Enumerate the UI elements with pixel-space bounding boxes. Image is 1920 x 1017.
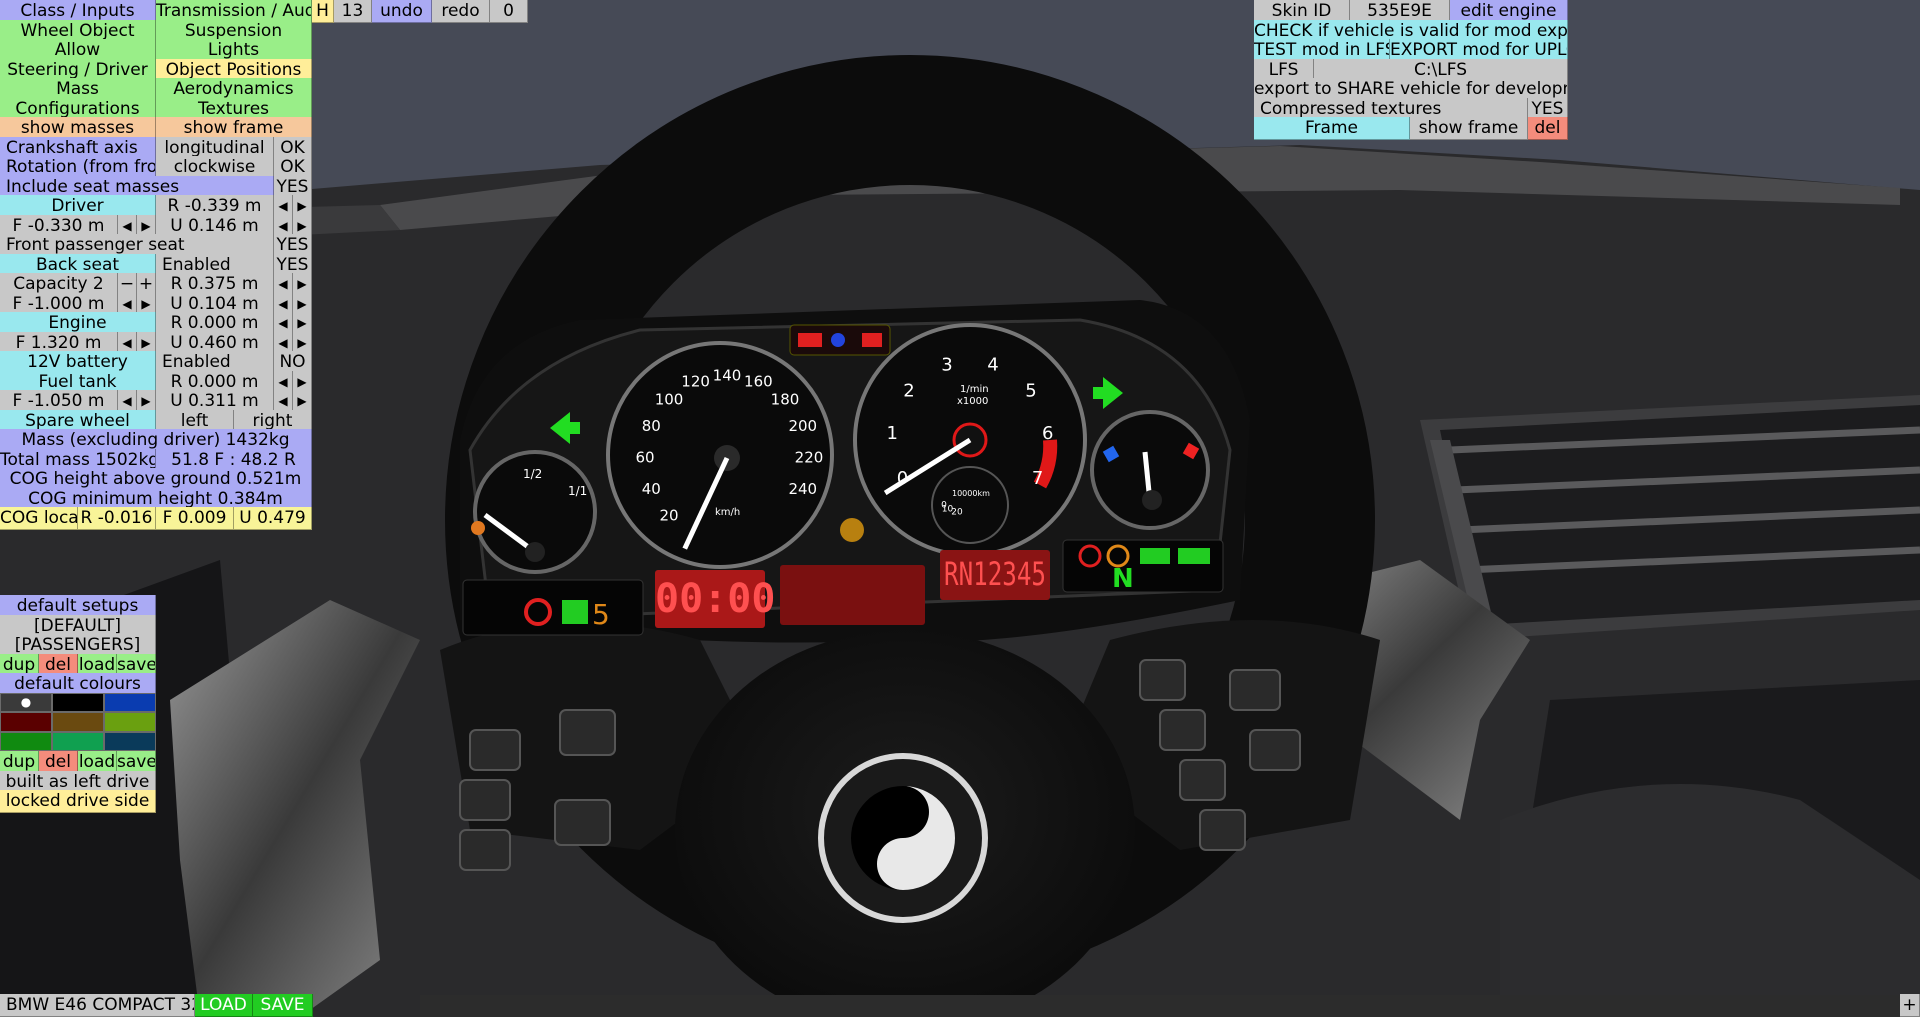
history-count: 13 xyxy=(334,0,372,23)
show-frame-right-button[interactable]: show frame xyxy=(1410,117,1528,140)
speedometer xyxy=(606,341,834,569)
cog-local-u: U 0.479 xyxy=(234,507,312,530)
frame-label: Frame xyxy=(1254,117,1410,140)
colour-swatch[interactable] xyxy=(52,731,104,751)
undo-button[interactable]: undo xyxy=(372,0,432,23)
warning-lights-top xyxy=(798,333,882,347)
temperature-gauge xyxy=(1090,410,1210,530)
load-car-button[interactable]: LOAD xyxy=(195,994,253,1017)
expand-button[interactable]: + xyxy=(1900,994,1920,1017)
cog-local-r: R -0.016 xyxy=(78,507,156,530)
colour-swatch[interactable]: ● xyxy=(0,692,52,712)
colour-swatch[interactable] xyxy=(52,712,104,732)
colour-swatch[interactable] xyxy=(52,692,104,712)
colour-swatch[interactable] xyxy=(104,731,156,751)
colour-swatch[interactable] xyxy=(104,692,156,712)
check-icon xyxy=(840,518,864,542)
locked-drive-side[interactable]: locked drive side xyxy=(0,790,156,813)
colour-swatch[interactable] xyxy=(0,731,52,751)
save-car-button[interactable]: SAVE xyxy=(253,994,313,1017)
redo-button[interactable]: redo xyxy=(432,0,490,23)
fuel-gauge xyxy=(471,450,597,574)
car-name: BMW E46 COMPACT 325TI* xyxy=(0,994,195,1017)
frame-delete-button[interactable]: del xyxy=(1528,117,1568,140)
cog-local-label: COG local xyxy=(0,507,78,530)
colour-swatch[interactable] xyxy=(0,712,52,732)
car-name-text: BMW E46 COMPACT 325TI xyxy=(6,995,194,1015)
cog-local-f: F 0.009 xyxy=(156,507,234,530)
redo-count: 0 xyxy=(490,0,528,23)
h-button[interactable]: H xyxy=(312,0,334,23)
colour-swatch[interactable] xyxy=(104,712,156,732)
